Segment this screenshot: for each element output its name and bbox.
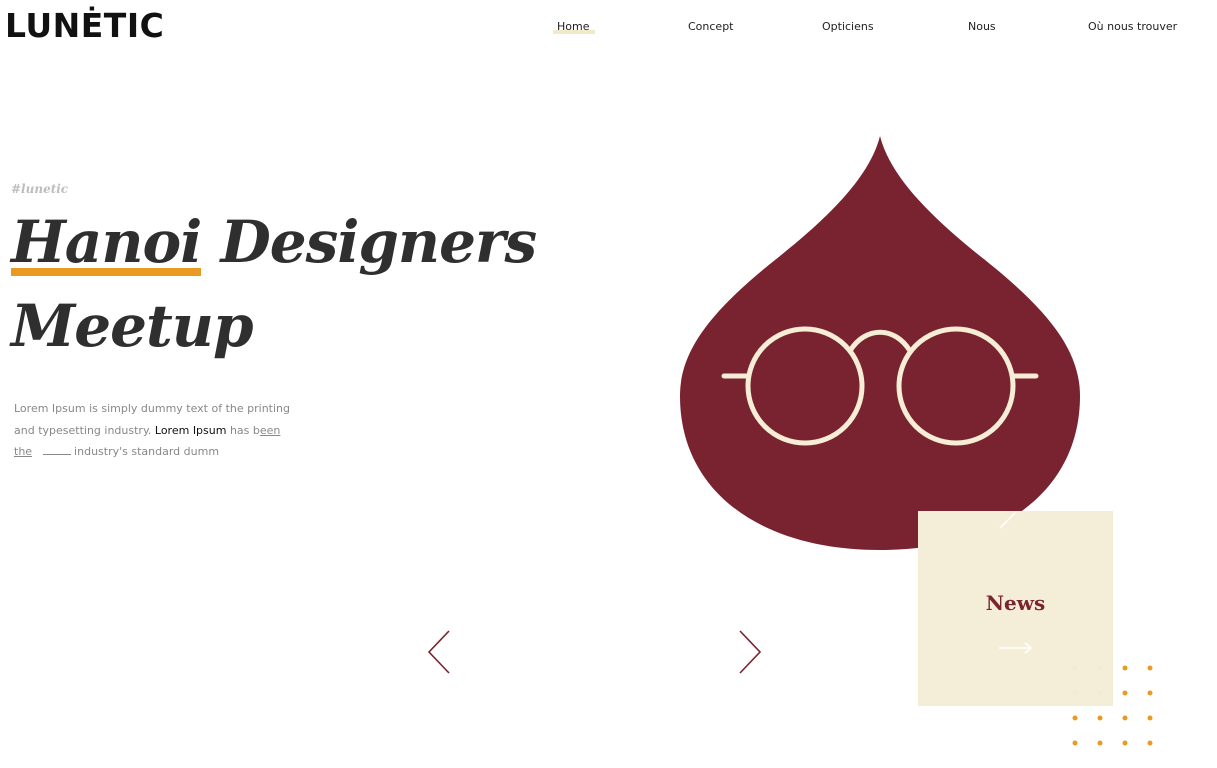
diagonal-line-icon bbox=[999, 511, 1017, 529]
nav-nous[interactable]: Nous bbox=[968, 20, 996, 33]
hero-hashtag: #lunetic bbox=[11, 182, 69, 196]
nav-ou-nous-trouver[interactable]: Où nous trouver bbox=[1088, 20, 1177, 33]
nav-concept[interactable]: Concept bbox=[688, 20, 734, 33]
main-nav: Home Concept Opticiens Nous Où nous trou… bbox=[0, 20, 1217, 40]
desc-text-3: industry's standard dumm bbox=[70, 445, 220, 458]
drop-shape bbox=[680, 136, 1080, 550]
desc-bold: Lorem Ipsum bbox=[154, 423, 227, 437]
desc-text-2: has b bbox=[226, 423, 260, 437]
drop-illustration bbox=[680, 136, 1080, 550]
news-label: News bbox=[985, 591, 1046, 615]
dots-pattern bbox=[1072, 665, 1153, 746]
chevron-left-icon[interactable] bbox=[426, 630, 452, 674]
arrow-right-icon[interactable] bbox=[998, 641, 1034, 655]
hero-description: Lorem Ipsum is simply dummy text of the … bbox=[14, 398, 294, 463]
nav-opticiens[interactable]: Opticiens bbox=[822, 20, 874, 33]
nav-home[interactable]: Home bbox=[552, 20, 597, 34]
desc-blank-line bbox=[42, 445, 71, 455]
chevron-right-icon[interactable] bbox=[737, 630, 763, 674]
hero-title: Hanoi Designers Meetup bbox=[11, 200, 551, 368]
hero-title-highlight: Hanoi bbox=[11, 208, 202, 276]
